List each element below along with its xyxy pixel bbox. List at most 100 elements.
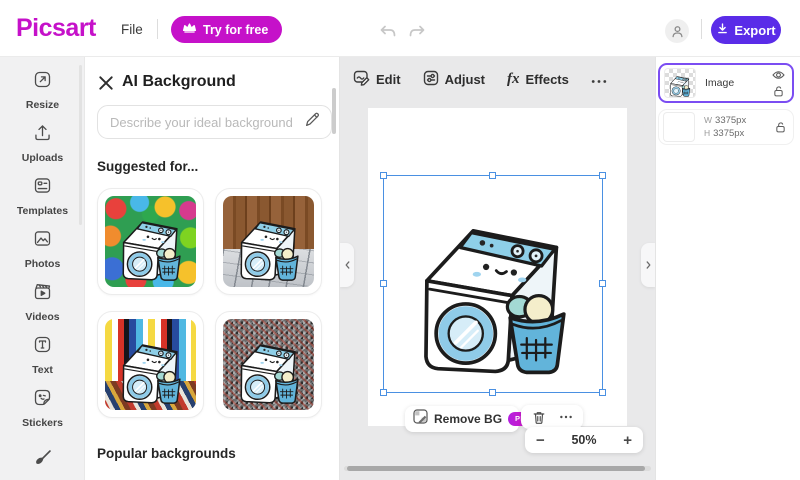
user-icon xyxy=(670,24,685,39)
sidebar-item-templates[interactable]: Templates xyxy=(0,169,85,222)
adjust-icon xyxy=(423,70,439,89)
more-options-button[interactable] xyxy=(591,72,607,87)
resize-icon xyxy=(32,69,53,95)
canvas-area[interactable]: Edit Adjust fx Effects xyxy=(340,57,655,480)
suggestion-thumbnail-noise[interactable] xyxy=(215,311,322,418)
user-avatar-button[interactable] xyxy=(665,19,689,43)
sidebar-item-resize[interactable]: Resize xyxy=(0,63,85,116)
washing-machine-illustration xyxy=(667,71,693,97)
layer-row-image[interactable]: Image xyxy=(658,63,794,103)
thumbnail-image xyxy=(223,196,314,287)
resize-handle-top-right[interactable] xyxy=(599,172,606,179)
resize-handle-bottom-right[interactable] xyxy=(599,389,606,396)
resize-handle-top-middle[interactable] xyxy=(489,172,496,179)
layer-dimensions: W3375px H3375px xyxy=(704,115,775,139)
chevron-left-icon xyxy=(344,260,351,270)
sidebar-item-uploads[interactable]: Uploads xyxy=(0,116,85,169)
layer-name: Image xyxy=(705,77,772,89)
topbar-divider xyxy=(157,19,158,39)
zoom-control-bar: − 50% + xyxy=(525,427,643,453)
resize-handle-bottom-middle[interactable] xyxy=(489,389,496,396)
edit-label: Edit xyxy=(376,72,401,87)
panel-title: AI Background xyxy=(122,73,236,91)
zoom-in-button[interactable]: + xyxy=(623,433,632,448)
more-dots-icon[interactable] xyxy=(559,415,573,419)
sidebar-item-photos[interactable]: Photos xyxy=(0,222,85,275)
adjust-button[interactable]: Adjust xyxy=(423,70,485,89)
sidebar-item-videos[interactable]: Videos xyxy=(0,275,85,328)
top-bar: Picsart File Try for free Export xyxy=(0,0,800,57)
width-key: W xyxy=(704,115,712,125)
upload-icon xyxy=(32,122,53,148)
width-value: 3375px xyxy=(715,115,746,126)
close-icon[interactable] xyxy=(98,75,114,91)
stickers-icon xyxy=(32,387,53,413)
adjust-label: Adjust xyxy=(445,72,485,87)
effects-label: Effects xyxy=(526,72,569,87)
remove-bg-icon xyxy=(413,409,428,429)
object-actions-bar xyxy=(521,405,583,429)
lock-open-icon[interactable] xyxy=(775,121,786,133)
lock-open-icon[interactable] xyxy=(773,85,784,97)
collapse-right-panel-button[interactable] xyxy=(641,243,655,287)
templates-icon xyxy=(32,175,53,201)
edit-button[interactable]: Edit xyxy=(353,69,401,89)
resize-handle-middle-right[interactable] xyxy=(599,280,606,287)
sidebar-item-label: Photos xyxy=(25,258,61,270)
washing-machine-image[interactable] xyxy=(401,192,586,377)
remove-bg-label: Remove BG xyxy=(434,412,502,426)
washing-machine-illustration xyxy=(231,206,307,282)
undo-button[interactable] xyxy=(378,24,398,39)
download-icon xyxy=(716,22,729,38)
thumbnail-image xyxy=(105,319,196,410)
horizontal-scrollbar xyxy=(344,466,651,471)
try-for-free-label: Try for free xyxy=(203,23,268,37)
suggestion-thumbnail-flowers[interactable] xyxy=(97,188,204,295)
sidebar-item-label: Stickers xyxy=(22,417,63,429)
sidebar-item-draw[interactable] xyxy=(0,434,85,480)
trash-icon[interactable] xyxy=(532,410,546,425)
layer-controls xyxy=(775,121,786,133)
layer-row-background[interactable]: W3375px H3375px xyxy=(658,109,794,145)
zoom-out-button[interactable]: − xyxy=(536,433,545,448)
sidebar-item-label: Text xyxy=(32,364,53,376)
videos-icon xyxy=(32,281,53,307)
fx-icon: fx xyxy=(507,71,520,88)
washing-machine-illustration xyxy=(113,329,189,405)
eye-icon[interactable] xyxy=(772,70,785,80)
picsart-editor: Picsart File Try for free Export xyxy=(0,0,800,480)
panel-scrollbar[interactable] xyxy=(332,88,336,134)
export-label: Export xyxy=(734,23,775,38)
sidebar-item-stickers[interactable]: Stickers xyxy=(0,381,85,434)
resize-handle-bottom-left[interactable] xyxy=(380,389,387,396)
resize-handle-top-left[interactable] xyxy=(380,172,387,179)
resize-handle-middle-left[interactable] xyxy=(380,280,387,287)
suggestion-thumbnail-stripes[interactable] xyxy=(97,311,204,418)
more-dots-icon xyxy=(591,72,607,87)
layers-panel: Image W3375px H3375px xyxy=(655,57,800,480)
chevron-right-icon xyxy=(645,260,652,270)
try-for-free-button[interactable]: Try for free xyxy=(171,16,282,43)
suggestion-thumbnail-wood[interactable] xyxy=(215,188,322,295)
thumbnail-image xyxy=(223,319,314,410)
sidebar-item-label: Videos xyxy=(25,311,59,323)
file-menu[interactable]: File xyxy=(121,22,143,37)
redo-button[interactable] xyxy=(407,24,427,39)
zoom-level[interactable]: 50% xyxy=(571,433,596,447)
text-icon xyxy=(32,334,53,360)
horizontal-scrollbar-thumb[interactable] xyxy=(347,466,645,471)
pencil-icon[interactable] xyxy=(304,111,321,133)
layer-thumbnail xyxy=(663,112,695,142)
remove-bg-button[interactable]: Remove BG PRO xyxy=(405,406,519,432)
export-button[interactable]: Export xyxy=(711,16,781,44)
height-key: H xyxy=(704,128,710,138)
topbar-divider xyxy=(701,19,702,39)
crown-icon xyxy=(182,22,197,37)
sidebar-item-text[interactable]: Text xyxy=(0,328,85,381)
layer-controls xyxy=(772,70,785,97)
edit-icon xyxy=(353,69,370,89)
sidebar-scrollbar[interactable] xyxy=(79,65,82,225)
background-prompt-input[interactable] xyxy=(110,115,304,130)
effects-button[interactable]: fx Effects xyxy=(507,71,569,88)
collapse-left-panel-button[interactable] xyxy=(340,243,354,287)
